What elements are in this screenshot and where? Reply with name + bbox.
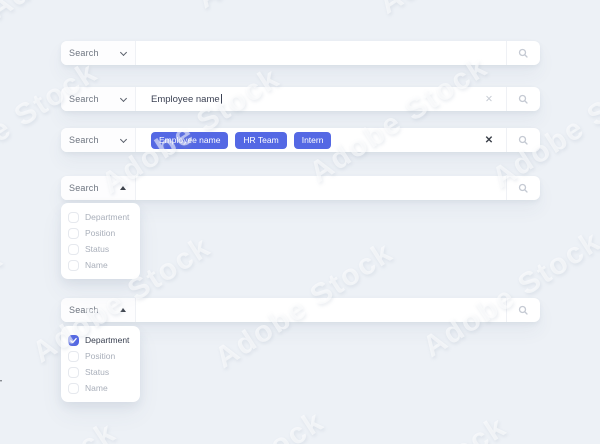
watermark-text: Adobe Stock <box>322 410 513 444</box>
text-cursor <box>220 94 222 104</box>
clear-all-button[interactable]: ✕ <box>472 128 506 152</box>
menu-item-label: Name <box>85 383 108 393</box>
filter-tag-employee-name[interactable]: Employee name <box>151 131 229 149</box>
filter-tag-hr-team[interactable]: HR Team <box>235 131 287 149</box>
search-bar-typing: Search Employee name ✕ <box>61 87 540 111</box>
search-icon <box>518 305 528 315</box>
search-submit-button[interactable] <box>506 298 540 322</box>
chevron-up-icon <box>120 185 126 190</box>
menu-item-status[interactable]: Status <box>68 241 130 257</box>
watermark-text: Adobe Stock <box>0 0 173 27</box>
menu-item-label: Position <box>85 351 116 361</box>
category-dropdown-menu: Department Position Status Name <box>61 326 140 402</box>
checkbox-unchecked-icon[interactable] <box>68 259 79 271</box>
search-input[interactable]: Employee name <box>136 87 472 111</box>
search-input-value: Employee name <box>151 93 220 105</box>
chevron-down-icon <box>119 135 128 143</box>
search-icon <box>518 135 528 145</box>
menu-item-label: Department <box>85 335 130 345</box>
menu-item-status[interactable]: Status <box>68 364 130 380</box>
search-category-dropdown[interactable]: Search <box>61 176 136 200</box>
search-category-dropdown[interactable]: Search <box>61 41 136 65</box>
search-icon <box>518 94 528 104</box>
watermark-text: Adobe Stock <box>140 404 331 444</box>
checkbox-checked-icon[interactable] <box>68 334 79 346</box>
search-submit-button[interactable] <box>506 128 540 152</box>
watermark-text: Adobe Stock <box>303 49 494 190</box>
watermark-text: Adobe Stock <box>486 55 600 196</box>
clear-input-button[interactable]: ✕ <box>472 87 506 111</box>
search-category-label: Search <box>69 305 99 315</box>
menu-item-position[interactable]: Position <box>68 225 130 241</box>
watermark-text: Adobe Stock <box>190 0 381 16</box>
chevron-down-icon <box>119 94 128 102</box>
watermark-text: Adobe Stock <box>373 0 564 21</box>
menu-item-name[interactable]: Name <box>68 380 130 396</box>
menu-item-label: Status <box>85 244 110 254</box>
stock-credit-text: Adobe Stock | #1298402037 <box>0 312 3 444</box>
search-bar-dropdown-open: Search <box>61 176 540 200</box>
search-input[interactable] <box>136 41 506 65</box>
filter-tag-intern[interactable]: Intern <box>293 131 332 149</box>
search-bar-default: Search <box>61 41 540 65</box>
menu-item-label: Department <box>85 212 130 222</box>
chevron-down-icon <box>119 48 128 56</box>
checkbox-unchecked-icon[interactable] <box>68 211 79 223</box>
search-category-label: Search <box>69 183 99 193</box>
search-bar-dropdown-selected: Search <box>61 298 540 322</box>
checkbox-unchecked-icon[interactable] <box>68 350 79 362</box>
check-icon <box>70 337 77 343</box>
search-category-label: Search <box>69 135 99 145</box>
search-category-label: Search <box>69 48 99 58</box>
search-category-dropdown[interactable]: Search <box>61 128 136 152</box>
search-category-dropdown[interactable]: Search <box>61 298 136 322</box>
chevron-up-icon <box>120 307 126 312</box>
watermark-text: Adobe Stock <box>0 240 9 381</box>
checkbox-unchecked-icon[interactable] <box>68 243 79 255</box>
menu-item-name[interactable]: Name <box>68 257 130 273</box>
search-submit-button[interactable] <box>506 41 540 65</box>
search-category-label: Search <box>69 94 99 104</box>
search-icon <box>518 48 528 58</box>
search-input[interactable] <box>136 298 506 322</box>
search-submit-button[interactable] <box>506 176 540 200</box>
search-submit-button[interactable] <box>506 87 540 111</box>
watermark-text: Adobe Stock <box>417 224 600 364</box>
search-components-mockup: Search Search Employee name ✕ Search Emp… <box>0 0 600 444</box>
watermark-text: Adobe Stock <box>0 55 104 195</box>
checkbox-unchecked-icon[interactable] <box>68 366 79 378</box>
watermark-text: Adobe Stock <box>0 415 123 444</box>
clear-icon: ✕ <box>485 93 493 105</box>
menu-item-label: Status <box>85 367 110 377</box>
search-category-dropdown[interactable]: Search <box>61 87 136 111</box>
search-input[interactable] <box>136 176 506 200</box>
search-input[interactable]: Employee name HR Team Intern <box>136 128 472 152</box>
search-icon <box>518 183 528 193</box>
menu-item-department[interactable]: Department <box>68 209 130 225</box>
menu-item-position[interactable]: Position <box>68 348 130 364</box>
checkbox-unchecked-icon[interactable] <box>68 382 79 394</box>
category-dropdown-menu: Department Position Status Name <box>61 203 140 279</box>
menu-item-label: Name <box>85 260 108 270</box>
checkbox-unchecked-icon[interactable] <box>68 227 79 239</box>
menu-item-department[interactable]: Department <box>68 332 130 348</box>
menu-item-label: Position <box>85 228 116 238</box>
clear-icon: ✕ <box>484 134 494 146</box>
search-bar-with-tags: Search Employee name HR Team Intern ✕ <box>61 128 540 152</box>
